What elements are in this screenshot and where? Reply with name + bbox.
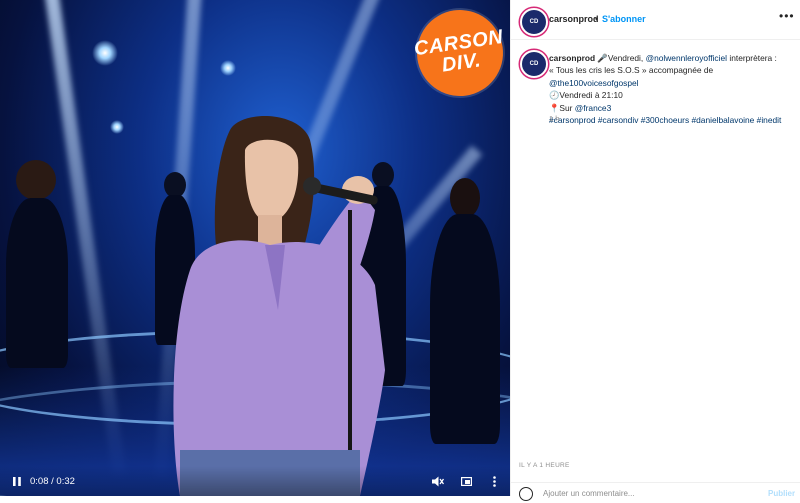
comment-bar: Ajouter un commentaire... Publier — [511, 482, 800, 503]
pause-icon[interactable] — [11, 474, 23, 488]
logo-text: DIV. — [440, 49, 483, 77]
choir-member — [6, 198, 68, 368]
stage-light — [92, 40, 118, 66]
caption-time: 1 h — [549, 114, 560, 123]
caption-text: 🎤Vendredi, — [597, 53, 646, 63]
publish-button[interactable]: Publier — [768, 489, 795, 498]
caption-text: 🕗Vendredi à 21:10 — [549, 90, 623, 101]
choir-member-head — [16, 160, 56, 200]
hashtag-links[interactable]: #carsonprod #carsondiv #300choeurs #dani… — [549, 114, 795, 126]
avatar[interactable]: CD — [520, 50, 548, 78]
carson-div-logo: CARSON DIV. — [411, 4, 509, 102]
video-player[interactable]: CARSON DIV. 0:08 / 0:32 — [0, 0, 510, 496]
post-timestamp: IL Y A 1 HEURE — [519, 462, 570, 469]
choir-member — [430, 214, 500, 444]
muted-speaker-icon[interactable] — [431, 474, 445, 488]
stage-light — [220, 60, 236, 76]
more-horizontal-icon[interactable]: ••• — [779, 9, 795, 23]
caption-username[interactable]: carsonprod — [549, 53, 595, 63]
singer — [173, 116, 385, 496]
mention-link[interactable]: @nolwennleroyofficiel — [646, 53, 727, 63]
post-header: CD carsonprod • S'abonner ••• — [511, 0, 800, 40]
choir-member-head — [450, 178, 480, 218]
mention-link[interactable]: @the100voicesofgospel — [549, 78, 639, 88]
avatar[interactable]: CD — [520, 8, 548, 36]
username-link[interactable]: carsonprod — [549, 14, 599, 24]
more-vertical-icon[interactable] — [488, 474, 500, 488]
time-display: 0:08 / 0:32 — [30, 475, 75, 487]
fullscreen-icon[interactable] — [459, 474, 473, 488]
comment-input[interactable]: Ajouter un commentaire... — [543, 489, 635, 498]
post-panel: CD carsonprod • S'abonner ••• CD carsonp… — [510, 0, 800, 501]
separator-dot: • — [595, 14, 599, 24]
post-caption: carsonprod 🎤Vendredi, @nolwennleroyoffic… — [549, 52, 795, 126]
caption-text: « Tous les cris les S.O.S » accompagnée … — [549, 65, 714, 76]
follow-button[interactable]: S'abonner — [602, 14, 646, 24]
emoji-icon[interactable] — [519, 487, 533, 501]
stage-light — [110, 120, 124, 134]
caption-text: interprètera : — [727, 53, 777, 63]
mention-link[interactable]: @france3 — [575, 103, 611, 113]
caption-text: 📍Sur — [549, 102, 575, 113]
video-controls: 0:08 / 0:32 — [0, 466, 510, 496]
